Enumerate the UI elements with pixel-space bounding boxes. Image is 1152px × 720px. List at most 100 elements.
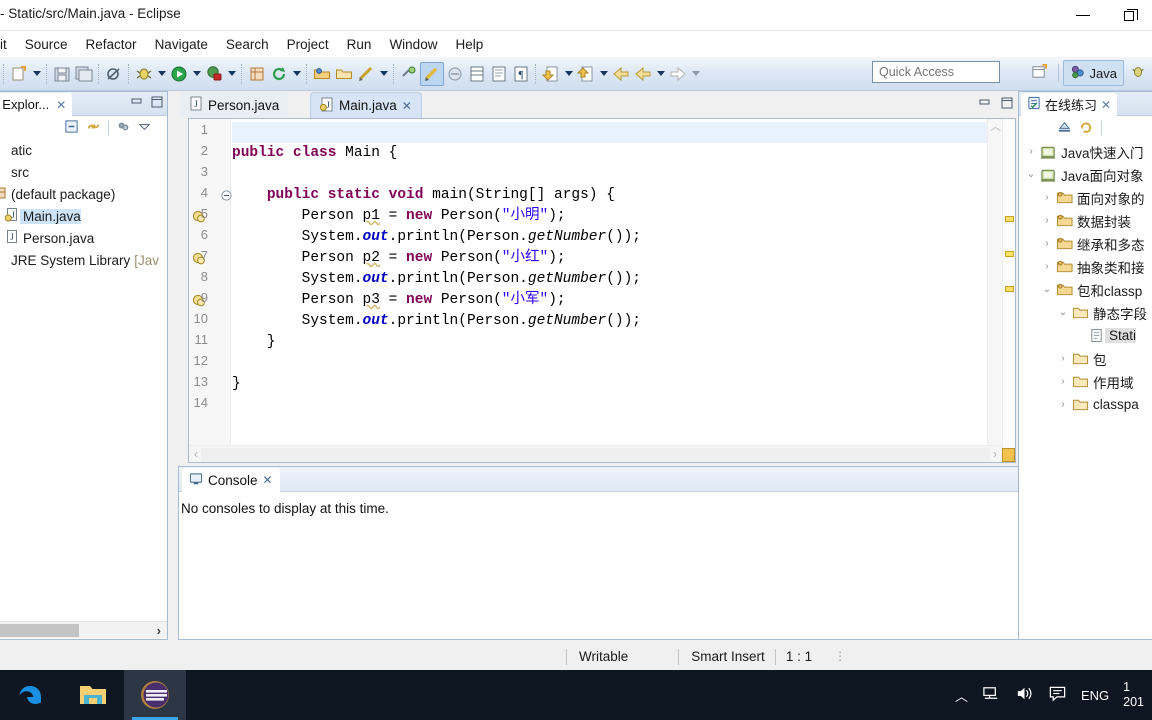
open-type-button[interactable] (311, 62, 333, 86)
save-all-button[interactable] (73, 62, 95, 86)
forward-button[interactable] (667, 62, 689, 86)
new-wizard-button[interactable] (8, 62, 30, 86)
close-icon[interactable]: ✕ (1101, 98, 1111, 112)
scroll-right-icon[interactable]: › (993, 447, 997, 461)
menu-item-project[interactable]: Project (278, 34, 338, 55)
forward-dropdown[interactable] (689, 63, 702, 85)
tree-item-person-java[interactable]: ›JPerson.java (0, 227, 167, 249)
open-perspective-button[interactable] (1025, 60, 1054, 86)
taskbar-app-edge[interactable] (0, 670, 62, 720)
overview-ruler-warning-marker[interactable] (1002, 448, 1015, 462)
editor-horizontal-scrollbar[interactable]: ‹ › (189, 445, 1002, 462)
expand-arrow-icon[interactable]: › (1039, 238, 1055, 249)
fold-collapse-icon[interactable] (221, 190, 232, 201)
next-annotation-button[interactable] (540, 62, 562, 86)
collapse-arrow-icon[interactable]: ⌄ (1039, 284, 1055, 295)
pilcrow-button[interactable]: ¶ (510, 62, 532, 86)
package-explorer-hscrollbar[interactable]: › (0, 621, 167, 638)
menu-item-search[interactable]: Search (217, 34, 278, 55)
exercise-tree-item[interactable]: › 继承和多态 (1019, 232, 1152, 255)
overview-warning-marker[interactable] (1005, 251, 1014, 257)
menu-item-window[interactable]: Window (380, 34, 446, 55)
tree-item-src[interactable]: src (0, 161, 167, 183)
collapse-arrow-icon[interactable]: ⌄ (1055, 307, 1071, 318)
show-whitespace-button[interactable] (466, 62, 488, 86)
expand-arrow-icon[interactable]: › (1055, 353, 1071, 364)
notification-icon[interactable] (1048, 684, 1067, 706)
show-hidden-icons-icon[interactable]: ︿ (955, 686, 968, 705)
collapse-arrow-icon[interactable]: ⌄ (1023, 169, 1039, 180)
run-dropdown[interactable] (190, 63, 203, 85)
maximize-editor-icon[interactable] (1000, 96, 1014, 113)
run-coverage-dropdown[interactable] (225, 63, 238, 85)
tree-item-jre-system-library[interactable]: JRE System Library [Jav (0, 249, 167, 271)
expand-arrow-icon[interactable]: › (1023, 146, 1039, 157)
network-icon[interactable] (982, 684, 1001, 706)
save-button[interactable] (51, 62, 73, 86)
toggle-block-selection-button[interactable] (444, 62, 466, 86)
minimize-editor-icon[interactable] (978, 96, 992, 113)
scroll-up-icon[interactable]: ︿ (988, 119, 1003, 135)
overview-warning-marker[interactable] (1005, 285, 1014, 292)
new-wizard-dropdown[interactable] (30, 63, 43, 85)
menu-item-refactor[interactable]: Refactor (77, 34, 146, 55)
toggle-mark-occurrences-button[interactable] (420, 61, 444, 86)
exercise-tree-item[interactable]: ⌄ Java面向对象 (1019, 163, 1152, 186)
editor-vertical-scrollbar[interactable]: ︿ ﹀ (987, 119, 1002, 462)
volume-icon[interactable] (1015, 684, 1034, 706)
close-icon[interactable]: ✕ (402, 99, 412, 113)
new-java-project-button[interactable] (246, 62, 268, 86)
exercise-tree-item[interactable]: › 作用域 (1019, 370, 1152, 393)
tree-item--default-package-[interactable]: (default package) (0, 183, 167, 205)
run-button[interactable] (168, 62, 190, 86)
open-resource-button[interactable] (333, 62, 355, 86)
previous-annotation-dropdown[interactable] (597, 63, 610, 85)
maximize-view-icon[interactable] (150, 95, 164, 112)
perspective-java[interactable]: Java (1062, 60, 1124, 86)
taskbar-app-eclipse[interactable] (124, 670, 186, 720)
debug-button[interactable] (133, 62, 155, 86)
editor-body[interactable]: 1 2 3 4 5 6 7 8 9 10 11 12 13 14 public class Main { … (188, 118, 1016, 463)
menu-item-help[interactable]: Help (446, 34, 492, 55)
editor-tab-main-java[interactable]: J Main.java ✕ (310, 92, 422, 118)
exercise-tree-item[interactable]: ⌄ 包和classp (1019, 278, 1152, 301)
refresh-button[interactable] (268, 62, 290, 86)
menu-item-run[interactable]: Run (338, 34, 381, 55)
tree-item-main-java[interactable]: ›JMain.java (0, 205, 167, 227)
perspective-debug[interactable] (1124, 60, 1152, 86)
show-print-margin-button[interactable] (488, 62, 510, 86)
refresh-exercise-icon[interactable] (1079, 119, 1094, 137)
link-with-editor-icon[interactable] (86, 119, 101, 137)
debug-dropdown[interactable] (155, 63, 168, 85)
minimize-button[interactable] (1060, 0, 1106, 31)
back-dropdown[interactable] (654, 63, 667, 85)
run-coverage-button[interactable] (203, 62, 225, 86)
expand-arrow-icon[interactable]: › (1039, 261, 1055, 272)
exercise-tree-item[interactable]: › 面向对象的 (1019, 186, 1152, 209)
submit-icon[interactable] (1057, 119, 1072, 137)
view-menu-icon[interactable] (138, 120, 151, 136)
scroll-right-icon[interactable]: › (157, 623, 161, 638)
overview-warning-marker[interactable] (1005, 216, 1014, 223)
exercise-tree-item[interactable]: › 数据封装 (1019, 209, 1152, 232)
exercise-tree-item[interactable]: › 包 (1019, 347, 1152, 370)
close-icon[interactable]: ✕ (263, 473, 273, 487)
exercise-tree-item[interactable]: ⌄ 静态字段 (1019, 301, 1152, 324)
tab-online-exercise[interactable]: 在线练习 ✕ (1021, 93, 1118, 116)
refresh-dropdown[interactable] (290, 63, 303, 85)
search-button[interactable] (355, 62, 377, 86)
tree-item-atic[interactable]: atic (0, 139, 167, 161)
view-menu-filter-icon[interactable] (116, 119, 131, 137)
search-dropdown[interactable] (377, 63, 390, 85)
expand-arrow-icon[interactable]: › (1055, 399, 1071, 410)
menu-item-it[interactable]: it (0, 34, 16, 55)
exercise-tree-item[interactable]: › Java快速入门 (1019, 140, 1152, 163)
tab-console[interactable]: Console ✕ (182, 468, 280, 492)
collapse-all-icon[interactable] (64, 119, 79, 137)
exercise-tree-item[interactable]: › classpa (1019, 393, 1152, 416)
exercise-tree-item[interactable]: Stati (1019, 324, 1152, 347)
menu-item-navigate[interactable]: Navigate (146, 34, 217, 55)
exercise-tree-item[interactable]: › 抽象类和接 (1019, 255, 1152, 278)
scroll-thumb[interactable] (0, 623, 79, 637)
quick-access-input[interactable] (872, 61, 1000, 83)
